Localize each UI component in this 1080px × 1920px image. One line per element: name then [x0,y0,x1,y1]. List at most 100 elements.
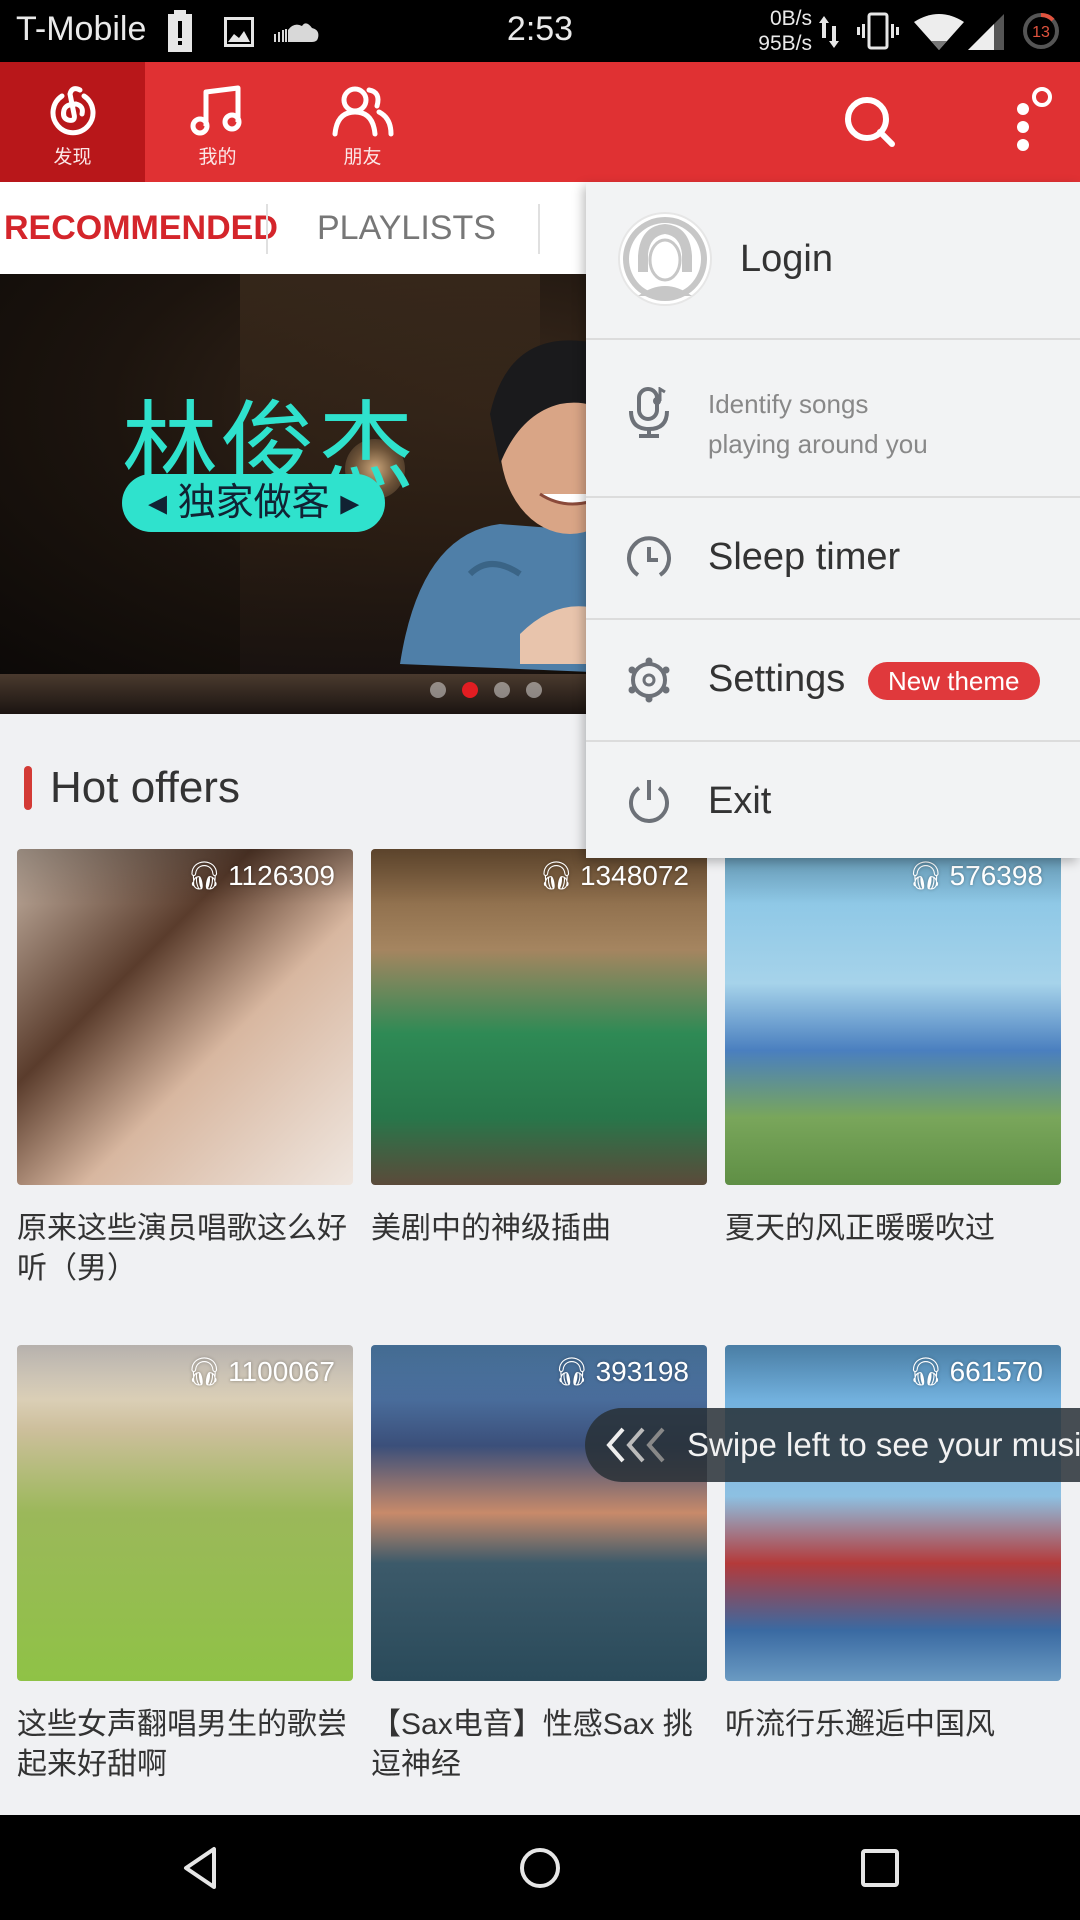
back-icon [184,1846,216,1889]
carousel-dot[interactable] [430,682,446,698]
playlist-cover: 🎧︎ 1100067 [17,1345,353,1681]
tab-playlists[interactable]: PLAYLISTS [317,182,496,274]
playlist-cover: 🎧︎ 661570 [725,1345,1061,1681]
menu-item-identify-songs[interactable]: Identify songs playing around you [586,340,1080,496]
headphones-icon: 🎧︎ [538,860,574,891]
playlist-card[interactable]: 🎧︎ 1126309 原来这些演员唱歌这么好听（男） [17,849,353,1289]
power-icon [626,778,672,824]
nav-tab-discover[interactable]: 发现 [0,62,145,182]
menu-item-settings[interactable]: Settings New theme [586,620,1080,740]
swipe-hint-text: Swipe left to see your music [687,1426,1080,1463]
home-icon [520,1847,560,1888]
nav-tab-label: 发现 [53,147,92,168]
playlist-card[interactable]: 🎧︎ 576398 夏天的风正暖暖吹过 [725,849,1061,1249]
playlist-cover: 🎧︎ 576398 [725,849,1061,1185]
search-icon [845,97,895,147]
data-transfer-icon [818,14,840,55]
settings-label: Settings [708,658,846,700]
headphones-icon: 🎧︎ [554,1356,590,1387]
battery-ring-icon: 13 [1022,12,1060,55]
music-note-icon [190,85,241,136]
nav-tab-label: 我的 [198,147,237,168]
play-count: 🎧︎ 1348072 [538,859,689,892]
playlist-title: 美剧中的神级插曲 [371,1212,611,1245]
play-count: 🎧︎ 1100067 [186,1355,335,1388]
playlist-cover: 🎧︎ 1126309 [17,849,353,1185]
carrier-label: T-Mobile [16,10,147,48]
sleep-timer-label: Sleep timer [708,536,901,578]
clock-icon [626,535,672,581]
identify-songs-line2: playing around you [708,429,928,459]
nav-tab-friends[interactable]: 朋友 [290,62,435,182]
status-bar: T-Mobile 2:53 0B/s 95B/s 13 [0,0,1080,62]
section-accent-bar [24,766,32,810]
playlist-card[interactable]: 🎧︎ 661570 听流行乐邂逅中国风 [725,1345,1061,1745]
section-title: Hot offers [50,763,240,812]
recents-button[interactable] [820,1815,940,1920]
system-nav-bar [0,1815,1080,1920]
menu-item-exit[interactable]: Exit [586,742,1080,858]
carousel-dot[interactable] [526,682,542,698]
playlist-title: 听流行乐邂逅中国风 [725,1708,995,1741]
discover-icon [50,86,95,136]
chevrons-left-icon [603,1425,673,1465]
more-button[interactable] [985,62,1065,182]
login-label: Login [740,238,833,280]
wifi-icon [914,14,964,55]
headphones-icon: 🎧︎ [186,860,223,891]
app-header: 发现 我的 朋友 [0,62,1080,182]
signal-icon [968,14,1004,55]
new-theme-badge: New theme [868,662,1040,700]
friends-icon [332,86,393,137]
tab-recommended[interactable]: RECOMMENDED [4,182,278,274]
menu-item-sleep-timer[interactable]: Sleep timer [586,498,1080,618]
play-count: 🎧︎ 393198 [554,1355,689,1388]
network-speed: 0B/s 95B/s [744,6,812,56]
swipe-hint-toast: Swipe left to see your music [585,1408,1080,1482]
back-button[interactable] [140,1815,260,1920]
soundcloud-icon [272,22,320,49]
banner-pill-label: 独家做客 [177,482,330,524]
nav-tab-label: 朋友 [343,147,382,168]
settings-gear-icon [626,657,672,703]
tab-divider [266,204,268,254]
search-button[interactable] [830,62,910,182]
screen: T-Mobile 2:53 0B/s 95B/s 13 发现 我的 朋友 REC… [0,0,1080,1920]
microphone-music-icon [626,387,672,438]
image-icon [224,17,254,52]
upload-speed: 0B/s [769,7,812,30]
battery-alert-icon [168,10,192,57]
nav-tab-mine[interactable]: 我的 [145,62,290,182]
playlist-cover: 🎧︎ 1348072 [371,849,707,1185]
carousel-dot[interactable] [494,682,510,698]
headphones-icon: 🎧︎ [186,1356,223,1387]
play-count: 🎧︎ 1126309 [186,859,335,892]
menu-item-login[interactable]: Login [586,182,1080,338]
identify-songs-line1: Identify songs [708,389,869,419]
default-avatar-icon [623,217,707,301]
headphones-icon: 🎧︎ [908,1356,944,1387]
download-speed: 95B/s [758,32,812,55]
recents-icon [861,1848,899,1887]
playlist-title: 原来这些演员唱歌这么好听（男） [17,1212,347,1285]
playlist-card[interactable]: 🎧︎ 1100067 这些女声翻唱男生的歌尝起来好甜啊 [17,1345,353,1785]
exit-label: Exit [708,780,772,822]
vibrate-icon [856,12,900,55]
play-count: 🎧︎ 576398 [908,859,1043,892]
playlist-title: 这些女声翻唱男生的歌尝起来好甜啊 [17,1708,347,1781]
banner-pill: ◂ 独家做客 ▸ [122,474,386,532]
playlist-title: 夏天的风正暖暖吹过 [725,1212,995,1245]
avatar [618,212,712,306]
battery-level: 13 [1032,24,1050,41]
tab-divider [538,204,540,254]
playlist-cover: 🎧︎ 393198 [371,1345,707,1681]
playlist-card[interactable]: 🎧︎ 1348072 美剧中的神级插曲 [371,849,707,1249]
more-vertical-icon [1017,87,1052,151]
section-heading: Hot offers [24,763,240,812]
overflow-menu: Login Identify songs playing around you … [586,182,1080,858]
headphones-icon: 🎧︎ [908,860,944,891]
carousel-dot-active[interactable] [462,682,478,698]
home-button[interactable] [480,1815,600,1920]
carousel-indicator [430,682,542,698]
play-count: 🎧︎ 661570 [908,1355,1043,1388]
